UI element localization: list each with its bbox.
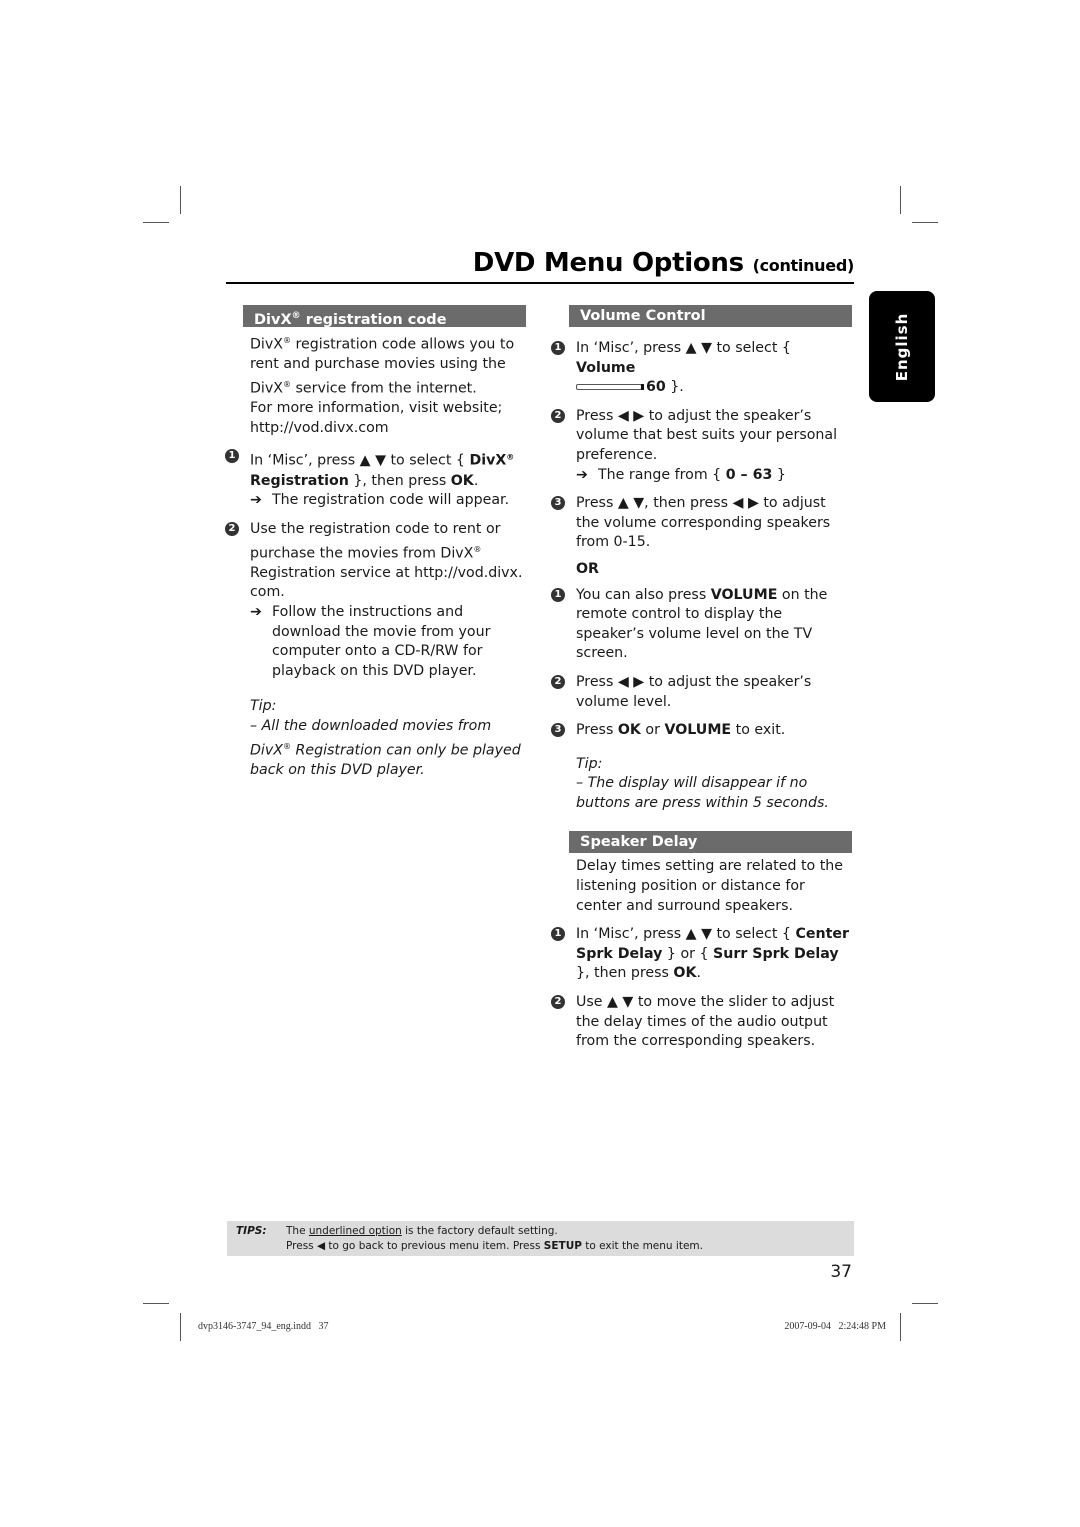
tips-line-1: The underlined option is the factory def…: [286, 1225, 558, 1237]
title-text: DVD Menu Options: [472, 248, 744, 278]
volume-step-2: 2 Press ◀ ▶ to adjust the speaker’s volu…: [551, 407, 852, 486]
step-number-icon: 1: [551, 927, 565, 942]
volume-step-3: 3 Press ▲ ▼, then press ◀ ▶ to adjust th…: [551, 494, 852, 553]
title-continued: (continued): [752, 256, 855, 275]
step-number-icon: 2: [551, 995, 565, 1010]
arrow-right-icon: ➔: [250, 604, 262, 621]
step-result: ➔ The registration code will appear.: [250, 491, 526, 511]
crop-mark: [143, 1303, 169, 1304]
section-heading-volume: Volume Control: [569, 305, 852, 327]
crop-mark: [912, 1303, 938, 1304]
crop-mark: [180, 186, 181, 214]
step-number-icon: 1: [551, 341, 565, 355]
volume-tip: Tip: – The display will disappear if no …: [576, 755, 829, 811]
step-number-icon: 2: [551, 408, 565, 423]
or-label: OR: [576, 560, 599, 577]
volume-alt-step-1: 1 You can also press VOLUME on the remot…: [551, 586, 852, 664]
volume-section: Volume Control 1 In ‘Misc’, press ▲ ▼ to…: [551, 305, 852, 1052]
step-number-icon: 2: [225, 521, 239, 536]
divx-intro: DivX® registration code allows you to re…: [250, 336, 515, 436]
language-label: English: [893, 312, 911, 381]
divx-website: For more information, visit website; htt…: [250, 400, 503, 436]
crop-mark: [143, 222, 169, 223]
tips-line-2: Press ◀ to go back to previous menu item…: [286, 1240, 703, 1252]
slug-filename: dvp3146-3747_94_eng.indd 37: [198, 1321, 329, 1332]
step-result: ➔ Follow the instructions and download th…: [250, 604, 491, 679]
step-number-icon: 3: [551, 496, 565, 511]
step-number-icon: 1: [225, 449, 239, 464]
arrow-right-icon: ➔: [250, 492, 262, 509]
section-heading-speaker-delay: Speaker Delay: [569, 831, 852, 854]
tips-label: TIPS:: [236, 1225, 267, 1237]
speaker-delay-step-1: 1 In ‘Misc’, press ▲ ▼ to select { Cente…: [551, 925, 852, 984]
volume-slider-icon: [576, 384, 644, 391]
speaker-delay-intro: Delay times setting are related to the l…: [576, 858, 844, 914]
crop-mark: [900, 1313, 901, 1341]
volume-value: 60: [646, 379, 666, 396]
divx-step-2: 2 Use the registration code to rent or p…: [225, 520, 526, 681]
crop-mark: [912, 222, 938, 223]
section-heading-divx: DivX® registration code: [243, 305, 526, 328]
crop-mark: [900, 186, 901, 214]
divx-step-1: 1 In ‘Misc’, press ▲ ▼ to select { DivX®…: [225, 447, 526, 511]
step-result: ➔ The range from { 0 – 63 }: [576, 466, 852, 486]
divx-section: DivX® registration code DivX® registrati…: [225, 305, 526, 781]
step-number-icon: 3: [551, 723, 565, 738]
step-number-icon: 2: [551, 674, 565, 689]
crop-mark: [180, 1313, 181, 1341]
divx-tip: Tip: – All the downloaded movies from Di…: [250, 698, 521, 778]
volume-alt-step-3: 3 Press OK or VOLUME to exit.: [551, 721, 852, 741]
slug-timestamp: 2007-09-04 2:24:48 PM: [784, 1321, 886, 1332]
speaker-delay-step-2: 2 Use ▲ ▼ to move the slider to adjust t…: [551, 993, 852, 1052]
arrow-right-icon: ➔: [576, 466, 588, 483]
page-number: 37: [830, 1262, 852, 1282]
tips-bar: TIPS: The underlined option is the facto…: [227, 1221, 854, 1256]
volume-step-1: 1 In ‘Misc’, press ▲ ▼ to select { Volum…: [551, 339, 852, 398]
page-title: DVD Menu Options (continued): [226, 248, 855, 278]
step-number-icon: 1: [551, 587, 565, 602]
language-tab: English: [869, 291, 935, 402]
volume-alt-step-2: 2 Press ◀ ▶ to adjust the speaker’s volu…: [551, 673, 852, 712]
title-rule: [226, 282, 854, 284]
